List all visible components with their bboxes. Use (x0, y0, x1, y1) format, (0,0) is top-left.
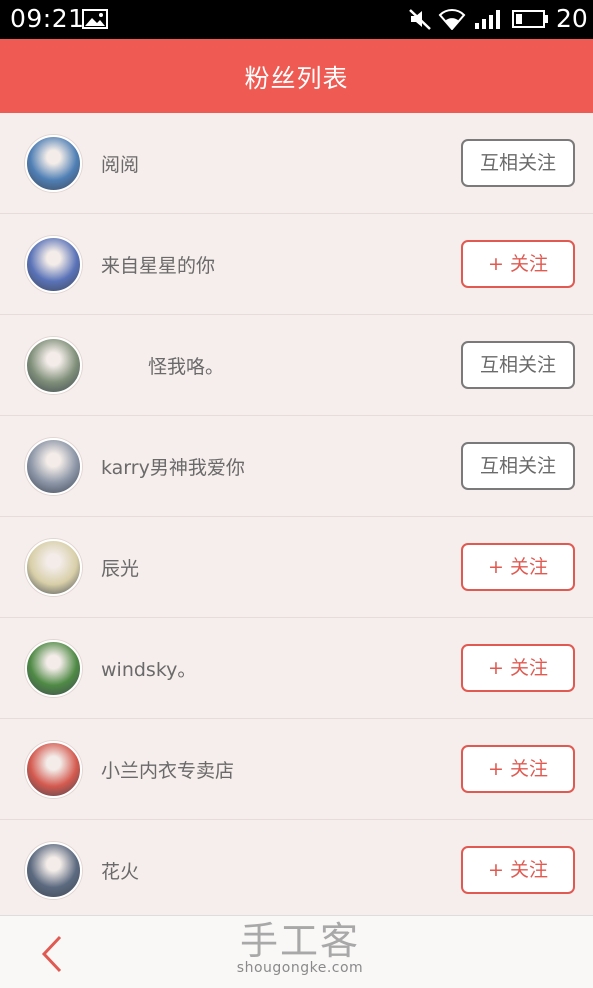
list-item[interactable]: 阅阅 互相关注 (0, 113, 593, 214)
fan-name: 辰光 (101, 558, 140, 580)
title-bar: 粉丝列表 (0, 39, 593, 113)
follow-button[interactable]: + 关注 (461, 543, 575, 591)
follow-button[interactable]: + 关注 (461, 644, 575, 692)
wifi-icon (438, 9, 466, 30)
avatar[interactable] (25, 337, 82, 394)
avatar[interactable] (25, 539, 82, 596)
fan-list: 阅阅 互相关注 来自星星的你 + 关注 怪我咯。 互相关注 karry男神我爱你 互相关注 辰光… (0, 113, 593, 921)
avatar[interactable] (25, 236, 82, 293)
avatar[interactable] (25, 842, 82, 899)
chevron-left-icon[interactable] (38, 934, 68, 974)
avatar[interactable] (25, 438, 82, 495)
list-item[interactable]: 怪我咯。 互相关注 (0, 315, 593, 416)
fan-name: 阅阅 (101, 154, 140, 176)
fan-name: windsky。 (101, 659, 197, 681)
fan-name: 怪我咯。 (148, 356, 225, 378)
signal-icon (475, 10, 500, 29)
battery-level: 20 (556, 4, 588, 33)
watermark: 手工客 shougongke.com (200, 916, 400, 976)
mute-icon (409, 9, 431, 30)
mutual-follow-button[interactable]: 互相关注 (461, 139, 575, 187)
battery-icon (512, 10, 548, 28)
bottom-bar: 手工客 shougongke.com (0, 915, 593, 988)
fan-name: 小兰内衣专卖店 (101, 760, 235, 782)
mutual-follow-button[interactable]: 互相关注 (461, 341, 575, 389)
follow-button[interactable]: + 关注 (461, 240, 575, 288)
mutual-follow-button[interactable]: 互相关注 (461, 442, 575, 490)
gallery-icon (82, 9, 108, 29)
avatar[interactable] (25, 741, 82, 798)
follow-button[interactable]: + 关注 (461, 846, 575, 894)
avatar[interactable] (25, 135, 82, 192)
follow-button[interactable]: + 关注 (461, 745, 575, 793)
status-time: 09:21 (10, 4, 85, 33)
fan-name: karry男神我爱你 (101, 457, 245, 479)
status-bar: 09:21 20 (0, 0, 593, 39)
list-item[interactable]: karry男神我爱你 互相关注 (0, 416, 593, 517)
list-item[interactable]: windsky。 + 关注 (0, 618, 593, 719)
fan-name: 花火 (101, 861, 140, 883)
page-title: 粉丝列表 (244, 64, 349, 93)
list-item[interactable]: 辰光 + 关注 (0, 517, 593, 618)
list-item[interactable]: 小兰内衣专卖店 + 关注 (0, 719, 593, 820)
list-item[interactable]: 花火 + 关注 (0, 820, 593, 921)
fan-name: 来自星星的你 (101, 255, 216, 277)
list-item[interactable]: 来自星星的你 + 关注 (0, 214, 593, 315)
avatar[interactable] (25, 640, 82, 697)
watermark-logo: 手工客 (239, 919, 360, 963)
watermark-domain: shougongke.com (236, 960, 364, 976)
